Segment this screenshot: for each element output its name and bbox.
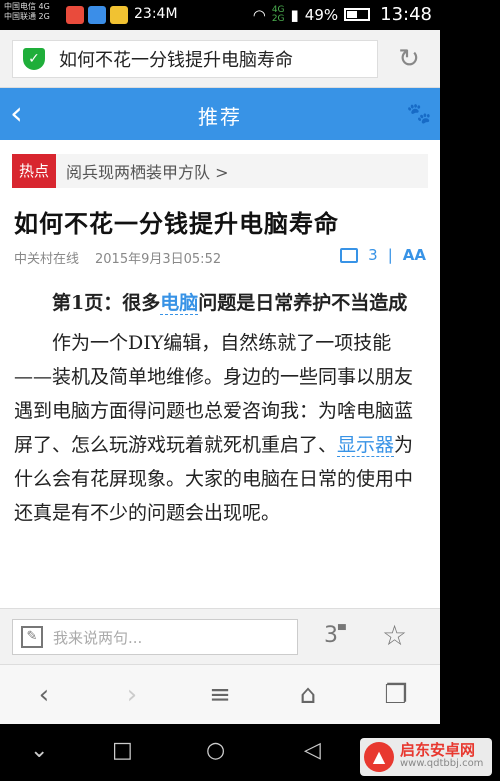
menu-icon[interactable]: ≡ xyxy=(176,665,264,724)
browser-nav: ‹ › ≡ ⌂ ❐ xyxy=(0,664,440,724)
screen-border xyxy=(440,0,500,724)
status-bar: 中国电信 4G 中国联通 2G 23:4M ◠ 4G 2G ▮ 49% 13:4… xyxy=(0,0,440,30)
url-title: 如何不花一分钱提升电脑寿命 xyxy=(59,50,293,71)
battery-icon xyxy=(344,8,371,21)
hot-news-link[interactable]: 阅兵现两栖装甲方队 > xyxy=(66,159,229,183)
android-nav-bar: ⌄ □ ○ ◁ ▲ 启东安卓网 www.qdtbbj.com xyxy=(0,724,500,781)
carrier-1: 中国电信 4G xyxy=(4,2,50,11)
status-right: ◠ 4G 2G ▮ 49% 13:48 xyxy=(253,4,432,25)
tabs-icon[interactable]: ❐ xyxy=(352,665,440,724)
watermark-text: 启东安卓网 www.qdtbbj.com xyxy=(400,743,483,771)
app-notification-icon xyxy=(66,6,84,24)
paw-icon[interactable]: 🐾 xyxy=(406,100,432,126)
network-badge: 4G 2G xyxy=(271,5,285,24)
reload-icon[interactable]: ↻ xyxy=(392,42,426,76)
page-header: ‹ 推荐 🐾 xyxy=(0,88,440,140)
hot-badge: 热点 xyxy=(12,154,56,188)
hot-news-row[interactable]: 热点 阅兵现两栖装甲方队 > xyxy=(12,154,428,188)
article-content[interactable]: 热点 阅兵现两栖装甲方队 > 如何不花一分钱提升电脑寿命 中关村在线 2015年… xyxy=(0,140,440,608)
keyword-link-monitor[interactable]: 显示器 xyxy=(337,434,395,457)
comment-placeholder: 我来说两句... xyxy=(53,628,143,647)
article-meta: 中关村在线 2015年9月3日05:52 xyxy=(14,248,221,267)
header-title: 推荐 xyxy=(198,105,242,129)
wifi-icon: ◠ xyxy=(252,5,266,24)
security-shield-icon: ✓ xyxy=(23,48,45,70)
notification-icons xyxy=(66,6,128,24)
comment-count-number: 3 xyxy=(324,623,338,648)
watermark-sub: www.qdtbbj.com xyxy=(400,758,484,769)
android-back-icon[interactable]: ◁ xyxy=(304,738,321,763)
keyword-link-computer[interactable]: 电脑 xyxy=(160,292,199,315)
signal-icon: ▮ xyxy=(290,5,299,24)
article-source: 中关村在线 xyxy=(14,252,80,267)
article-lead: 第1页：很多电脑问题是日常养护不当造成 xyxy=(14,286,422,320)
browser-back-icon[interactable]: ‹ xyxy=(0,665,88,724)
watermark: ▲ 启东安卓网 www.qdtbbj.com xyxy=(360,738,492,776)
comment-count-button[interactable]: 3▀ xyxy=(324,623,346,648)
battery-percent: 49% xyxy=(304,5,339,24)
clock: 13:48 xyxy=(380,4,432,25)
pencil-icon: ✎ xyxy=(21,626,43,648)
font-size-toggle[interactable]: AA xyxy=(403,246,426,264)
browser-forward-icon[interactable]: › xyxy=(88,665,176,724)
small-time: 23:4M xyxy=(134,6,178,22)
app-notification-icon-2 xyxy=(110,6,128,24)
watermark-main: 启东安卓网 xyxy=(400,741,476,759)
carrier-info: 中国电信 4G 中国联通 2G xyxy=(4,2,50,22)
android-home-icon[interactable]: ○ xyxy=(206,738,225,763)
lead-suffix: 问题是日常养护不当造成 xyxy=(198,292,408,314)
comment-input[interactable]: ✎ 我来说两句... xyxy=(12,619,298,655)
article-title: 如何不花一分钱提升电脑寿命 xyxy=(14,209,339,238)
recents-icon[interactable]: □ xyxy=(112,738,133,763)
home-icon[interactable]: ⌂ xyxy=(264,665,352,724)
divider: | xyxy=(387,246,393,264)
watermark-logo-icon: ▲ xyxy=(364,742,394,772)
article-date: 2015年9月3日05:52 xyxy=(95,252,222,267)
lead-prefix: 第1页：很多 xyxy=(52,292,161,314)
comment-bar: ✎ 我来说两句... 3▀ ☆ xyxy=(0,608,440,664)
favorite-star-icon[interactable]: ☆ xyxy=(382,619,407,652)
comment-count[interactable]: 3 xyxy=(368,246,378,264)
address-bar: ✓ 如何不花一分钱提升电脑寿命 ↻ xyxy=(0,30,440,88)
carrier-2: 中国联通 2G xyxy=(4,12,50,21)
gallery-notification-icon xyxy=(88,6,106,24)
speech-bubble-icon: ▀ xyxy=(338,625,346,637)
article-paragraph: 作为一个DIY编辑，自然练就了一项技能——装机及简单地维修。身边的一些同事以朋友… xyxy=(14,326,422,530)
net2-label: 2G xyxy=(271,13,285,24)
comment-icon[interactable] xyxy=(340,247,359,263)
article-actions: 3 | AA xyxy=(340,246,426,264)
hide-keyboard-icon[interactable]: ⌄ xyxy=(30,738,48,763)
url-field[interactable]: ✓ 如何不花一分钱提升电脑寿命 xyxy=(12,40,378,78)
article-body: 第1页：很多电脑问题是日常养护不当造成 作为一个DIY编辑，自然练就了一项技能—… xyxy=(14,286,422,530)
